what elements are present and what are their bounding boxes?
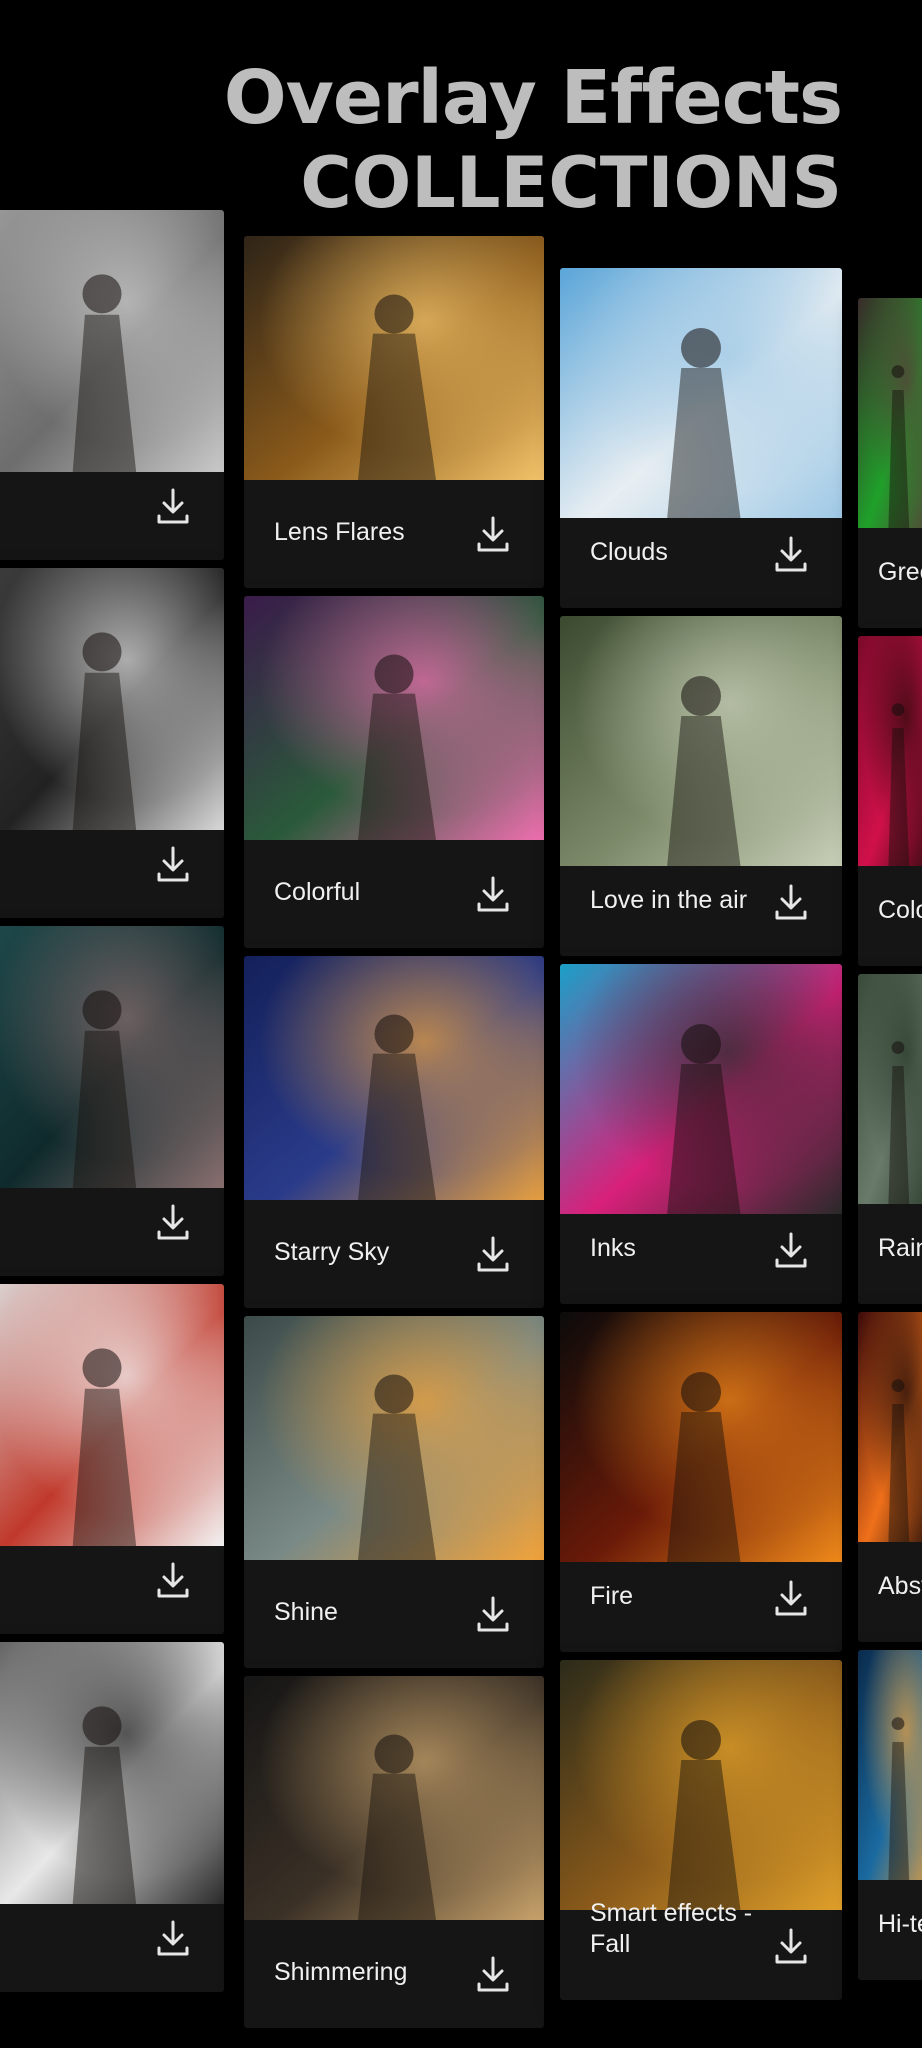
- collection-card[interactable]: Love in the air: [560, 616, 842, 956]
- thumbnail-child-autumn-leaves: [560, 1660, 842, 1910]
- collection-card[interactable]: Starry Sky: [244, 956, 544, 1308]
- collection-card[interactable]: Inks: [560, 964, 842, 1304]
- thumbnail-woman-gown-forest-sparkles: [0, 926, 224, 1188]
- thumbnail-woman-hearts: [560, 616, 842, 866]
- download-icon[interactable]: [154, 844, 192, 884]
- page-title: Overlay Effects COLLECTIONS: [223, 55, 843, 225]
- collection-card-label: Love in the air: [590, 885, 748, 914]
- collection-card-label: Rain: [878, 1233, 922, 1262]
- download-icon[interactable]: [154, 1560, 192, 1600]
- thumbnail-woman-bokeh-shimmer: [244, 1676, 544, 1920]
- download-icon[interactable]: [772, 1230, 810, 1270]
- thumbnail-woman-hoodie-ink-smoke: [560, 964, 842, 1214]
- download-icon[interactable]: [154, 486, 192, 526]
- collection-card-label: Starry Sky: [274, 1237, 390, 1266]
- title-line-1: Overlay Effects: [223, 55, 843, 141]
- thumbnail-dancer-light-rings: [244, 1316, 544, 1560]
- thumbnail-silhouette-starry-sky: [244, 956, 544, 1200]
- collection-card[interactable]: Gree: [858, 298, 922, 628]
- download-icon[interactable]: [154, 1202, 192, 1242]
- thumbnail-abstract-orange-light: [858, 1312, 922, 1542]
- collection-card[interactable]: Colo: [858, 636, 922, 966]
- page: Overlay Effects COLLECTIONS es Lens Flare…: [0, 0, 922, 2048]
- download-icon[interactable]: [772, 1578, 810, 1618]
- thumbnail-hi-tech-blue: [858, 1650, 922, 1880]
- download-icon[interactable]: [772, 882, 810, 922]
- download-icon[interactable]: [474, 1954, 512, 1994]
- collection-card-label: Inks: [590, 1233, 636, 1262]
- thumbnail-girl-colorful-clouds: [244, 596, 544, 840]
- collection-card[interactable]: s: [0, 926, 224, 1276]
- collection-card-label: Gree: [878, 557, 922, 586]
- collection-card-label: Smart effects - Fall: [590, 1898, 753, 1958]
- title-line-2: COLLECTIONS: [300, 142, 842, 225]
- thumbnail-woman-red-dress-balloons: [0, 1284, 224, 1546]
- download-icon[interactable]: [154, 1918, 192, 1958]
- collection-card-label: Abst: [878, 1571, 922, 1600]
- collection-card-label: Fire: [590, 1581, 634, 1610]
- download-icon[interactable]: [772, 1926, 810, 1966]
- collection-card[interactable]: Hi-te: [858, 1650, 922, 1980]
- collection-card[interactable]: Shimmering: [244, 1676, 544, 2028]
- collection-card-label: Lens Flares: [274, 517, 405, 546]
- collection-card-label: Clouds: [590, 537, 668, 566]
- thumbnail-woman-in-clouds: [560, 268, 842, 518]
- download-icon[interactable]: [474, 1234, 512, 1274]
- collection-card[interactable]: [0, 1642, 224, 1992]
- collection-card[interactable]: Clouds: [560, 268, 842, 608]
- collection-card-label: Colo: [878, 895, 922, 924]
- collection-card[interactable]: Smart effects - Fall: [560, 1660, 842, 2000]
- collection-card[interactable]: Shine: [244, 1316, 544, 1668]
- thumbnail-man-water-splash: [0, 210, 224, 472]
- download-icon[interactable]: [772, 534, 810, 574]
- collection-card-label: Shimmering: [274, 1957, 408, 1986]
- collection-card-label: Hi-te: [878, 1909, 922, 1938]
- thumbnail-woman-fire: [560, 1312, 842, 1562]
- thumbnail-rain-drops: [858, 974, 922, 1204]
- collection-card[interactable]: [0, 210, 224, 560]
- thumbnail-woman-forest-sunlight: [244, 236, 544, 480]
- download-icon[interactable]: [474, 1594, 512, 1634]
- collection-card[interactable]: Abst: [858, 1312, 922, 1642]
- collection-card[interactable]: e: [0, 568, 224, 918]
- thumbnail-girl-white-horse: [0, 1642, 224, 1904]
- collection-card[interactable]: [0, 1284, 224, 1634]
- collection-card[interactable]: Fire: [560, 1312, 842, 1652]
- download-icon[interactable]: [474, 514, 512, 554]
- download-icon[interactable]: [474, 874, 512, 914]
- collection-card[interactable]: Rain: [858, 974, 922, 1304]
- collection-card-label: Shine: [274, 1597, 338, 1626]
- collection-card-label: Colorful: [274, 877, 361, 906]
- collection-card[interactable]: Colorful: [244, 596, 544, 948]
- thumbnail-green-balloons: [858, 298, 922, 528]
- thumbnail-red-pink-smoke: [858, 636, 922, 866]
- thumbnail-woman-guitar-smoke: [0, 568, 224, 830]
- collection-card[interactable]: Lens Flares: [244, 236, 544, 588]
